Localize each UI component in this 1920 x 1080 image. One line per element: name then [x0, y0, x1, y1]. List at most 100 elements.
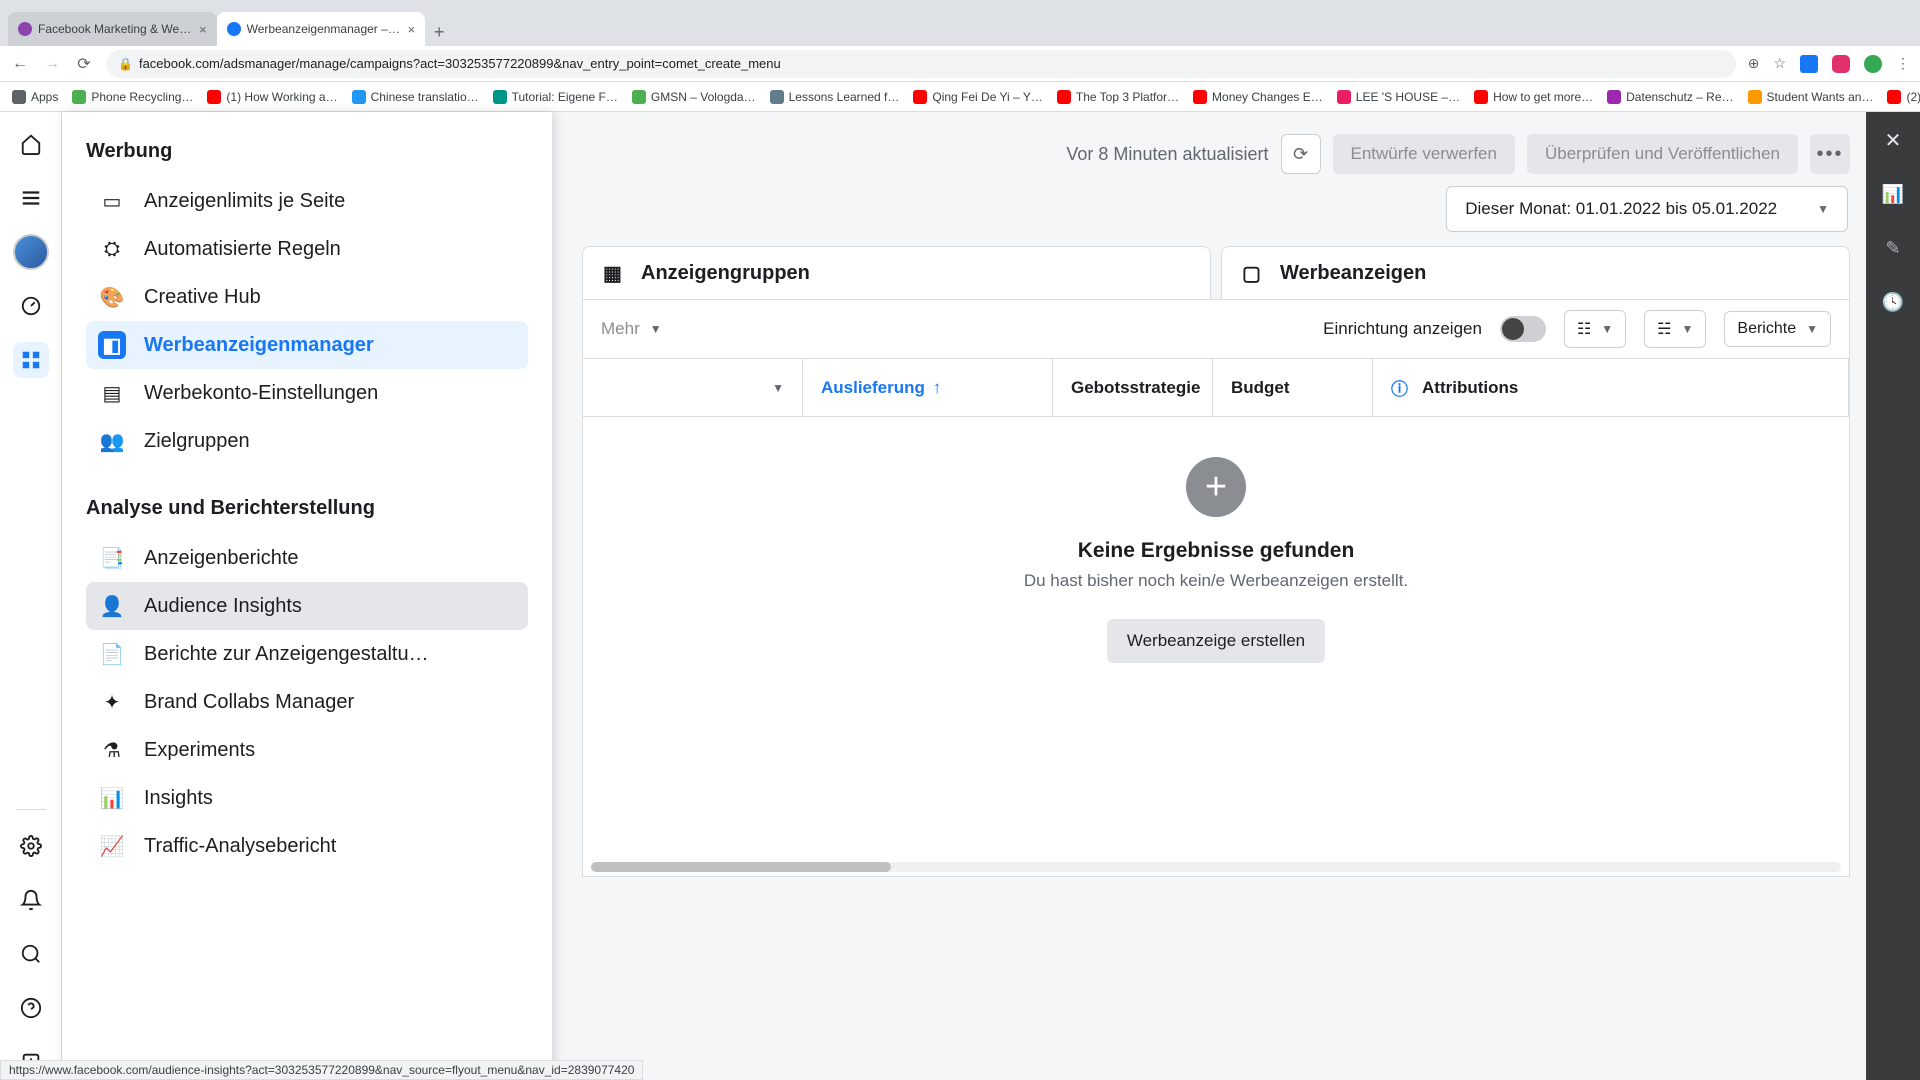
extension-icon[interactable] [1800, 55, 1818, 73]
review-publish-button[interactable]: Überprüfen und Veröffentlichen [1527, 134, 1798, 174]
chevron-down-icon[interactable]: ▼ [772, 381, 784, 395]
menu-icon[interactable]: ⋮ [1896, 55, 1910, 72]
bookmark-item[interactable]: (2) How To Add A… [1887, 90, 1920, 104]
browser-tab-active[interactable]: Werbeanzeigenmanager – We… × [217, 12, 426, 46]
column-delivery[interactable]: Auslieferung ↑ [803, 359, 1053, 416]
help-icon[interactable] [13, 990, 49, 1026]
date-range-picker[interactable]: Dieser Monat: 01.01.2022 bis 05.01.2022 … [1446, 186, 1848, 232]
favicon-icon [18, 22, 32, 36]
flyout-item-traffic-report[interactable]: 📈Traffic-Analysebericht [86, 822, 528, 870]
tab-ads[interactable]: ▢ Werbeanzeigen [1221, 246, 1850, 299]
sort-up-icon: ↑ [933, 378, 942, 398]
tools-flyout-menu: Werbung ▭Anzeigenlimits je Seite ⛭Automa… [62, 112, 552, 1080]
flyout-item-creative-reports[interactable]: 📄Berichte zur Anzeigengestaltu… [86, 630, 528, 678]
extension-icon[interactable] [1864, 55, 1882, 73]
create-ad-button[interactable]: Werbeanzeige erstellen [1107, 619, 1325, 663]
rules-icon: ⛭ [98, 235, 126, 263]
bookmark-item[interactable]: (1) How Working a… [207, 90, 337, 104]
home-icon[interactable] [13, 126, 49, 162]
bookmark-item[interactable]: GMSN – Vologda… [632, 90, 756, 104]
gauge-icon[interactable] [13, 288, 49, 324]
hamburger-icon[interactable] [13, 180, 49, 216]
forward-button[interactable]: → [42, 55, 62, 73]
bookmark-item[interactable]: Student Wants an… [1748, 90, 1874, 104]
avatar[interactable] [13, 234, 49, 270]
flyout-item-ads-manager[interactable]: ◧Werbeanzeigenmanager [86, 321, 528, 369]
chevron-down-icon: ▼ [1601, 322, 1613, 336]
more-dropdown[interactable]: Mehr ▼ [601, 319, 662, 339]
page-icon: ▭ [98, 187, 126, 215]
plus-icon: + [1186, 457, 1246, 517]
search-icon[interactable] [13, 936, 49, 972]
back-button[interactable]: ← [10, 55, 30, 73]
flyout-item-creative-hub[interactable]: 🎨Creative Hub [86, 273, 528, 321]
bell-icon[interactable] [13, 882, 49, 918]
zoom-icon[interactable]: ⊕ [1748, 55, 1760, 72]
flyout-item-ad-limits[interactable]: ▭Anzeigenlimits je Seite [86, 177, 528, 225]
address-bar-row: ← → ⟳ 🔒 facebook.com/adsmanager/manage/c… [0, 46, 1920, 82]
columns-dropdown[interactable]: ☷▼ [1564, 310, 1626, 348]
info-icon: ⓘ [1391, 375, 1408, 400]
flyout-item-brand-collabs[interactable]: ✦Brand Collabs Manager [86, 678, 528, 726]
flyout-item-experiments[interactable]: ⚗Experiments [86, 726, 528, 774]
flyout-item-insights[interactable]: 📊Insights [86, 774, 528, 822]
status-bar-url: https://www.facebook.com/audience-insigh… [0, 1060, 643, 1080]
column-attributions[interactable]: ⓘAttributions [1373, 359, 1849, 416]
flyout-item-audiences[interactable]: 👥Zielgruppen [86, 417, 528, 465]
edit-icon[interactable]: ✎ [1879, 234, 1907, 262]
doc-icon: 📄 [98, 640, 126, 668]
close-icon[interactable]: ✕ [1879, 126, 1907, 154]
refresh-button[interactable]: ⟳ [1281, 134, 1321, 174]
new-tab-button[interactable]: + [425, 18, 453, 46]
reports-dropdown[interactable]: Berichte▼ [1724, 311, 1831, 347]
bookmark-item[interactable]: The Top 3 Platfor… [1057, 90, 1179, 104]
grid-icon[interactable] [13, 342, 49, 378]
date-range-text: Dieser Monat: 01.01.2022 bis 05.01.2022 [1465, 199, 1777, 219]
bookmark-item[interactable]: Qing Fei De Yi – Y… [913, 90, 1043, 104]
browser-tab-strip: Facebook Marketing & Werb… × Werbeanzeig… [0, 0, 1920, 46]
right-panel-rail: ✕ 📊 ✎ 🕓 [1866, 112, 1920, 1080]
bar-chart-icon: 📊 [98, 784, 126, 812]
setup-toggle[interactable] [1500, 316, 1546, 342]
history-icon[interactable]: 🕓 [1879, 288, 1907, 316]
table-body-empty: + Keine Ergebnisse gefunden Du hast bish… [582, 417, 1850, 877]
bookmark-item[interactable]: Lessons Learned f… [770, 90, 900, 104]
breakdown-dropdown[interactable]: ☵▼ [1644, 310, 1706, 348]
more-button[interactable]: ••• [1810, 134, 1850, 174]
discard-drafts-button[interactable]: Entwürfe verwerfen [1333, 134, 1515, 174]
bookmark-item[interactable]: LEE 'S HOUSE –… [1337, 90, 1460, 104]
extension-icon[interactable] [1832, 55, 1850, 73]
bookmark-item[interactable]: Datenschutz – Re… [1607, 90, 1733, 104]
people-icon: 👥 [98, 427, 126, 455]
flyout-item-ad-reports[interactable]: 📑Anzeigenberichte [86, 534, 528, 582]
bookmark-item[interactable]: Phone Recycling… [72, 90, 193, 104]
reload-button[interactable]: ⟳ [74, 54, 94, 74]
apps-button[interactable]: Apps [12, 90, 58, 104]
bookmark-item[interactable]: Money Changes E… [1193, 90, 1323, 104]
column-budget[interactable]: Budget [1213, 359, 1373, 416]
bookmark-item[interactable]: Tutorial: Eigene F… [493, 90, 618, 104]
chart-icon[interactable]: 📊 [1879, 180, 1907, 208]
browser-tab[interactable]: Facebook Marketing & Werb… × [8, 12, 217, 46]
flyout-item-automated-rules[interactable]: ⛭Automatisierte Regeln [86, 225, 528, 273]
ads-manager-icon: ◧ [98, 331, 126, 359]
horizontal-scrollbar[interactable] [591, 862, 1841, 872]
close-icon[interactable]: × [408, 22, 416, 37]
address-bar[interactable]: 🔒 facebook.com/adsmanager/manage/campaig… [106, 50, 1736, 78]
bookmark-item[interactable]: How to get more… [1474, 90, 1593, 104]
column-bid-strategy[interactable]: Gebotsstrategie [1053, 359, 1213, 416]
setup-toggle-label: Einrichtung anzeigen [1323, 319, 1482, 339]
gear-icon[interactable] [13, 828, 49, 864]
settings-stack-icon: ▤ [98, 379, 126, 407]
star-icon[interactable]: ☆ [1773, 55, 1786, 72]
bookmark-item[interactable]: Chinese translatio… [352, 90, 479, 104]
left-navigation-rail [0, 112, 62, 1080]
handshake-icon: ✦ [98, 688, 126, 716]
tab-ad-sets[interactable]: ▦ Anzeigengruppen [582, 246, 1211, 299]
chevron-down-icon: ▼ [1806, 322, 1818, 336]
bookmarks-bar: Apps Phone Recycling… (1) How Working a…… [0, 82, 1920, 112]
close-icon[interactable]: × [199, 22, 207, 37]
flyout-item-audience-insights[interactable]: 👤Audience Insights [86, 582, 528, 630]
empty-state-title: Keine Ergebnisse gefunden [1078, 539, 1355, 563]
flyout-item-ad-account-settings[interactable]: ▤Werbekonto-Einstellungen [86, 369, 528, 417]
